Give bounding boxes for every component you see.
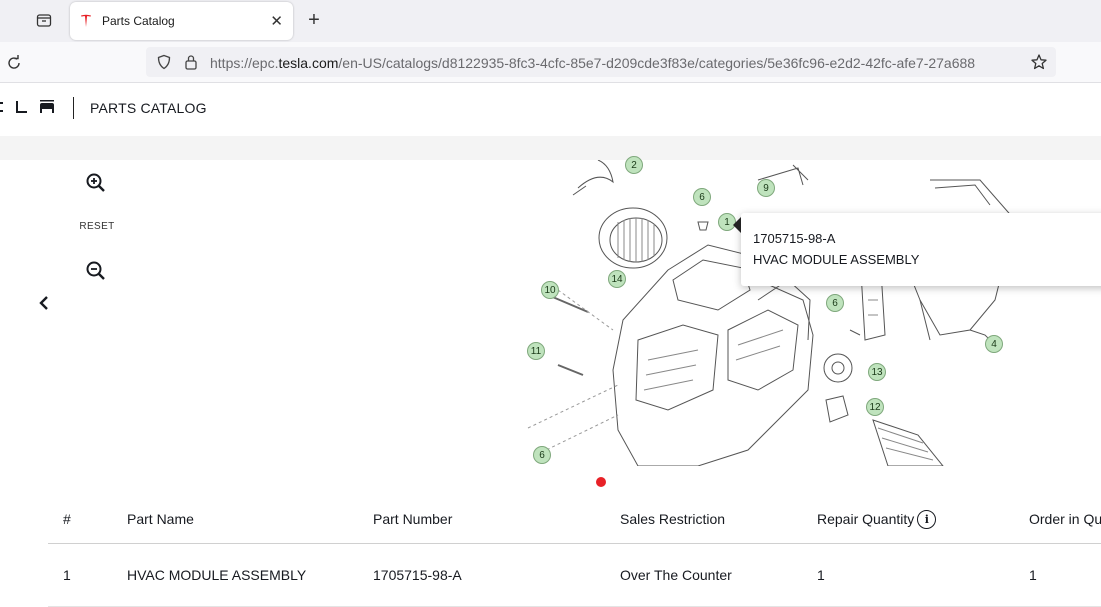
url-prefix: https://epc.: [210, 55, 279, 71]
reset-zoom-button[interactable]: RESET: [70, 221, 124, 232]
reload-icon[interactable]: [5, 54, 23, 72]
tesla-favicon-icon: [80, 13, 94, 29]
sub-header-bar: [0, 136, 1101, 160]
url-bar[interactable]: https://epc.tesla.com/en-US/catalogs/d81…: [146, 47, 1056, 77]
callout-marker[interactable]: 4: [985, 335, 1003, 353]
parts-table: # Part Name Part Number Sales Restrictio…: [48, 495, 1101, 607]
hvac-diagram-right: [849, 179, 1016, 341]
callout-marker[interactable]: 6: [826, 294, 844, 312]
row-index: 1: [63, 567, 71, 583]
tooltip-arrow: [733, 217, 741, 233]
row-part-number[interactable]: 1705715-98-A: [373, 544, 613, 606]
tooltip-part-number: 1705715-98-A: [753, 231, 836, 246]
header-divider: [73, 97, 74, 119]
column-header-order-quantity[interactable]: Order in Qu: [1029, 495, 1101, 543]
browser-tab[interactable]: Parts Catalog ✕: [70, 2, 293, 40]
callout-marker[interactable]: 6: [693, 188, 711, 206]
diagram-page-indicator[interactable]: [596, 477, 606, 487]
shield-icon[interactable]: [156, 54, 172, 70]
callout-marker[interactable]: 10: [541, 281, 559, 299]
table-row[interactable]: 1 HVAC MODULE ASSEMBLY 1705715-98-A Over…: [48, 544, 1101, 607]
chevron-left-icon[interactable]: [34, 293, 54, 313]
row-repair-quantity: 1: [817, 567, 825, 583]
page-title: PARTS CATALOG: [90, 100, 207, 116]
callout-marker[interactable]: 9: [757, 179, 775, 197]
callout-marker[interactable]: 11: [527, 342, 545, 360]
new-tab-icon[interactable]: +: [303, 9, 325, 31]
zoom-in-icon[interactable]: [84, 171, 108, 195]
info-icon[interactable]: i: [917, 509, 937, 529]
zoom-out-icon[interactable]: [84, 259, 108, 283]
url-host: tesla.com: [278, 55, 339, 71]
column-header-sales-restriction[interactable]: Sales Restriction: [620, 495, 810, 543]
url-path: /en-US/catalogs/d8122935-8fc3-4cfc-85e7-…: [338, 55, 976, 71]
tesla-logo-icon[interactable]: [0, 100, 56, 114]
lock-icon[interactable]: [184, 53, 198, 71]
browser-nav-bar: https://epc.tesla.com/en-US/catalogs/d81…: [0, 42, 1101, 83]
callout-marker[interactable]: 12: [866, 398, 884, 416]
bookmark-star-icon[interactable]: [1030, 53, 1048, 71]
callout-marker[interactable]: 2: [625, 156, 643, 174]
tooltip-part-name: HVAC MODULE ASSEMBLY: [753, 252, 920, 267]
callout-marker[interactable]: 14: [608, 270, 626, 288]
callout-marker[interactable]: 6: [533, 446, 551, 464]
column-header-part-name[interactable]: Part Name: [127, 495, 367, 543]
repair-quantity-label: Repair Quantity: [817, 511, 915, 527]
callout-marker[interactable]: 13: [868, 363, 886, 381]
column-header-repair-quantity[interactable]: Repair Quantity i: [817, 495, 1017, 543]
tab-title: Parts Catalog: [102, 14, 175, 28]
url-text[interactable]: https://epc.tesla.com/en-US/catalogs/d81…: [210, 55, 1022, 71]
row-part-name[interactable]: HVAC MODULE ASSEMBLY: [127, 544, 367, 606]
column-header-number[interactable]: #: [63, 495, 123, 543]
tab-overview-icon[interactable]: [34, 10, 54, 30]
browser-tab-bar: Parts Catalog ✕ +: [0, 0, 1101, 42]
row-order-quantity: 1: [1029, 567, 1037, 583]
part-tooltip: 1705715-98-A HVAC MODULE ASSEMBLY: [733, 213, 1101, 286]
site-header: PARTS CATALOG: [0, 83, 1101, 136]
table-header-row: # Part Name Part Number Sales Restrictio…: [48, 495, 1101, 544]
row-sales-restriction: Over The Counter: [620, 567, 732, 583]
close-tab-icon[interactable]: ✕: [270, 12, 283, 30]
column-header-part-number[interactable]: Part Number: [373, 495, 613, 543]
